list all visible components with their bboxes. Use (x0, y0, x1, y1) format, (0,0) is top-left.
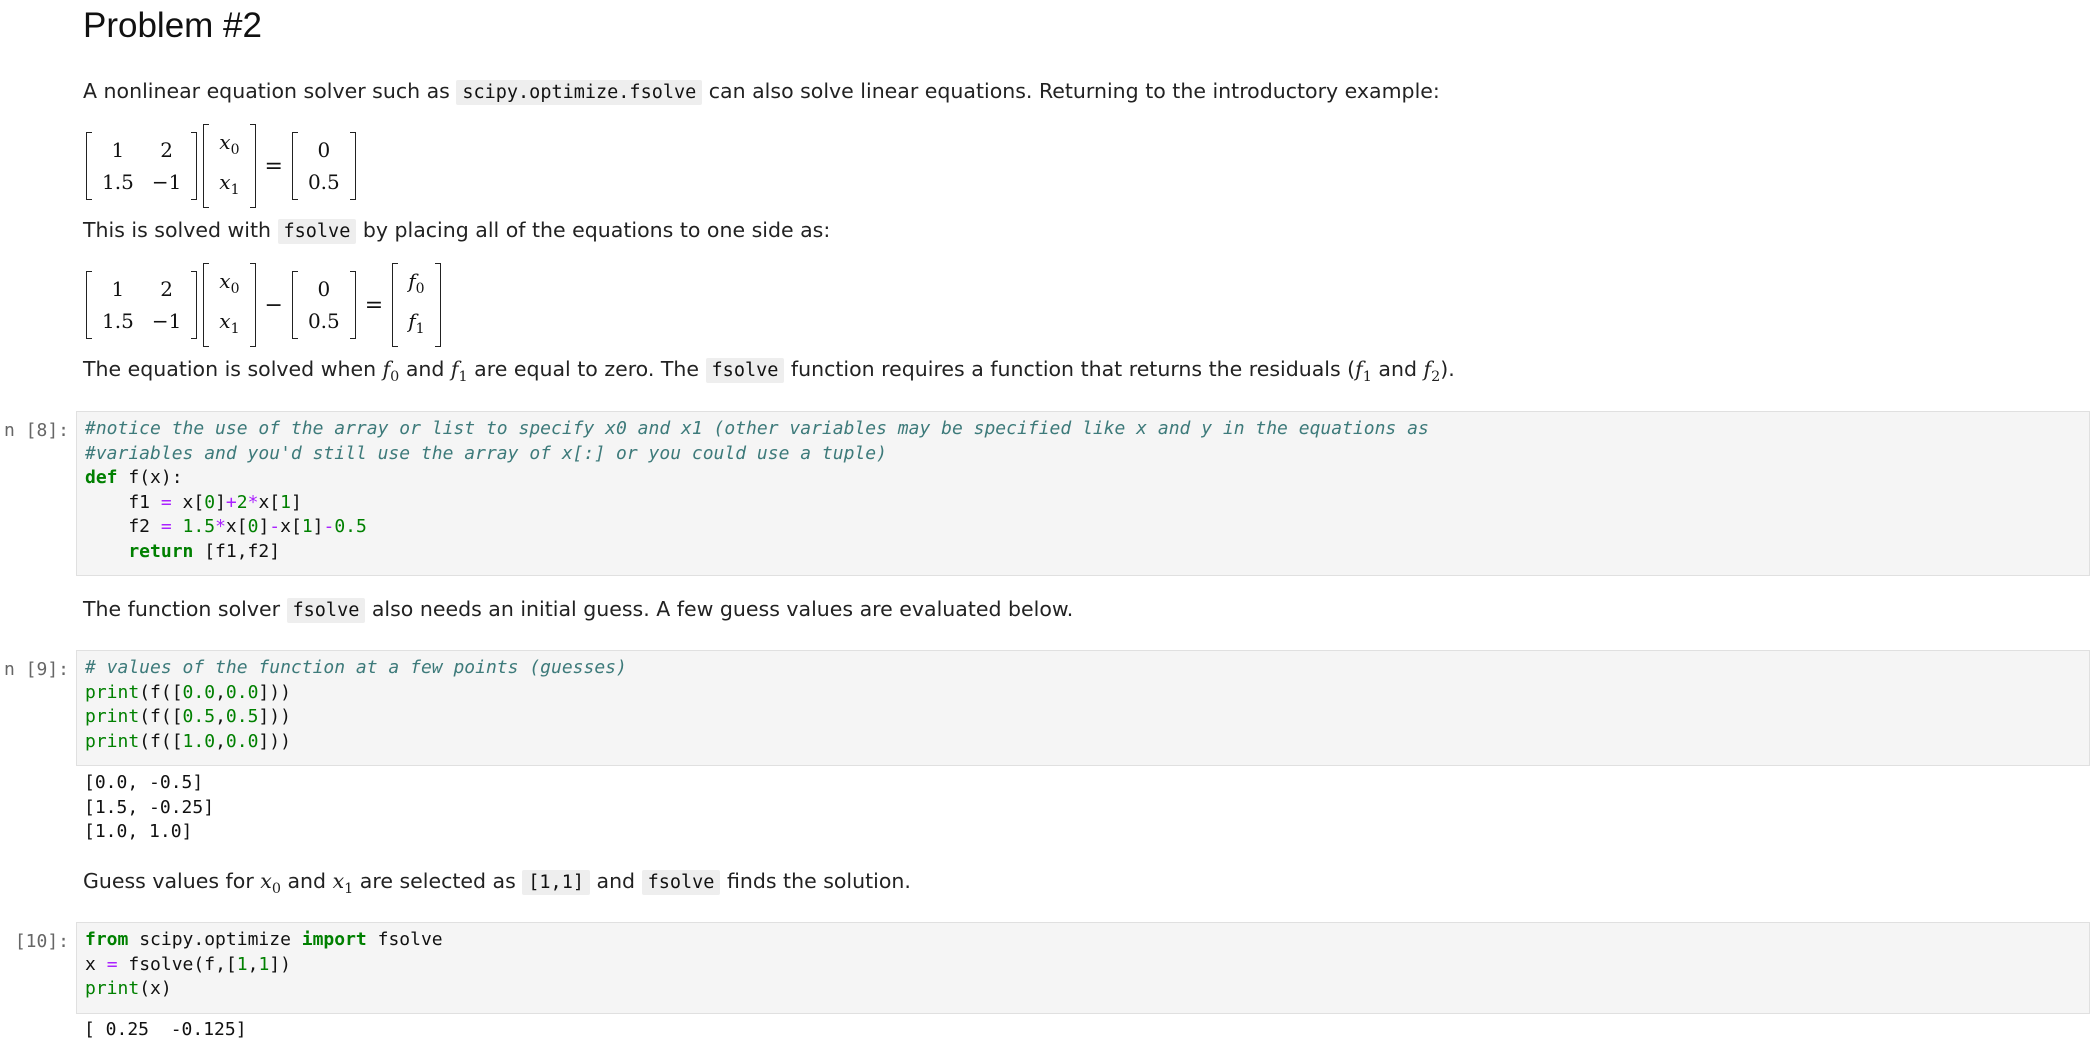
inline-code: [1,1] (522, 870, 590, 895)
cell-prompt: n [9]: (3, 659, 69, 680)
vector-x: x0 x1 (203, 124, 256, 208)
cell-output-9: [0.0, -0.5] [1.5, -0.25] [1.0, 1.0] (84, 772, 215, 842)
matrix-entry: x1 (219, 309, 240, 337)
notebook-heading: Problem #2 (83, 6, 262, 45)
text: finds the solution. (720, 869, 911, 893)
text: by placing all of the equations to one s… (356, 218, 831, 242)
matrix-entry: x1 (219, 170, 240, 198)
inline-code: fsolve (641, 870, 721, 895)
math-x0: x0 (260, 869, 281, 898)
text: ). (1440, 357, 1455, 381)
inline-code: fsolve (277, 219, 357, 244)
math-f1: f1 (450, 357, 468, 386)
code-cell-8[interactable]: #notice the use of the array or list to … (76, 411, 2090, 576)
code-editor[interactable]: # values of the function at a few points… (85, 656, 2081, 754)
code-cell-9[interactable]: # values of the function at a few points… (76, 650, 2090, 766)
cell-prompt: [10]: (14, 931, 69, 952)
text: Guess values for (83, 869, 261, 893)
matrix-equation-2: 1 2 1.5 −1 x0 x1 − 0 0.5 = f0 f1 (83, 263, 444, 347)
matrix-entry: 1 (111, 138, 125, 162)
vector-f: f0 f1 (392, 263, 441, 347)
markdown-paragraph-residuals: The equation is solved when f0 and f1 ar… (83, 355, 1455, 391)
inline-code: fsolve (286, 598, 366, 623)
matrix-entry: 0.5 (307, 309, 340, 333)
matrix-entry: 2 (160, 277, 173, 301)
equals-sign: = (264, 153, 283, 179)
text: This is solved with (83, 218, 278, 242)
matrix-entry: −1 (151, 170, 182, 194)
matrix-entry: 0 (317, 277, 331, 301)
matrix-entry: −1 (151, 309, 182, 333)
vector-b: 0 0.5 (291, 271, 356, 339)
text: can also solve linear equations. Returni… (702, 79, 1440, 103)
text: are selected as (353, 869, 523, 893)
matrix-entry: 1.5 (102, 170, 134, 194)
vector-x: x0 x1 (203, 263, 256, 347)
equals-sign: = (364, 292, 384, 318)
markdown-paragraph-intro: A nonlinear equation solver such as scip… (83, 77, 1440, 107)
text: are equal to zero. The (467, 357, 706, 381)
matrix-entry: x0 (219, 269, 240, 297)
matrix-entry: 2 (160, 138, 173, 162)
inline-code: fsolve (705, 358, 785, 383)
text: and (399, 357, 451, 381)
math-f2: f2 (1423, 357, 1441, 386)
code-cell-10[interactable]: from scipy.optimize import fsolve x = fs… (76, 922, 2090, 1014)
matrix-entry: f0 (408, 269, 425, 297)
matrix-equation-1: 1 2 1.5 −1 x0 x1 = 0 0.5 (83, 124, 359, 208)
math-x1: x1 (332, 869, 354, 898)
matrix-entry: 1 (111, 277, 125, 301)
cell-output-10: [ 0.25 -0.125] (84, 1019, 247, 1040)
text: also needs an initial guess. A few guess… (365, 597, 1074, 621)
cell-prompt: n [8]: (3, 420, 69, 441)
inline-code: scipy.optimize.fsolve (456, 80, 703, 105)
text: A nonlinear equation solver such as (83, 79, 457, 103)
math-f1: f1 (1355, 357, 1372, 386)
text: The function solver (83, 597, 287, 621)
code-editor[interactable]: from scipy.optimize import fsolve x = fs… (85, 928, 2081, 1002)
text: The equation is solved when (83, 357, 383, 381)
matrix-entry: 0.5 (307, 170, 340, 194)
matrix-entry: x0 (219, 130, 240, 158)
markdown-paragraph-guess: The function solver fsolve also needs an… (83, 595, 1073, 625)
matrix-a: 1 2 1.5 −1 (86, 132, 198, 200)
math-f0: f0 (382, 357, 400, 386)
text: and (1371, 357, 1424, 381)
minus-sign: − (264, 292, 283, 318)
text: and (589, 869, 642, 893)
matrix-entry: 0 (317, 138, 331, 162)
matrix-entry: f1 (408, 309, 425, 337)
vector-b: 0 0.5 (291, 132, 356, 200)
matrix-entry: 1.5 (102, 309, 134, 333)
markdown-paragraph-solution: Guess values for x0 and x1 are selected … (83, 867, 911, 903)
matrix-a: 1 2 1.5 −1 (86, 271, 198, 339)
markdown-paragraph-fsolve: This is solved with fsolve by placing al… (83, 216, 830, 246)
text: and (280, 869, 333, 893)
text: function requires a function that return… (784, 357, 1356, 381)
code-editor[interactable]: #notice the use of the array or list to … (85, 417, 2081, 564)
